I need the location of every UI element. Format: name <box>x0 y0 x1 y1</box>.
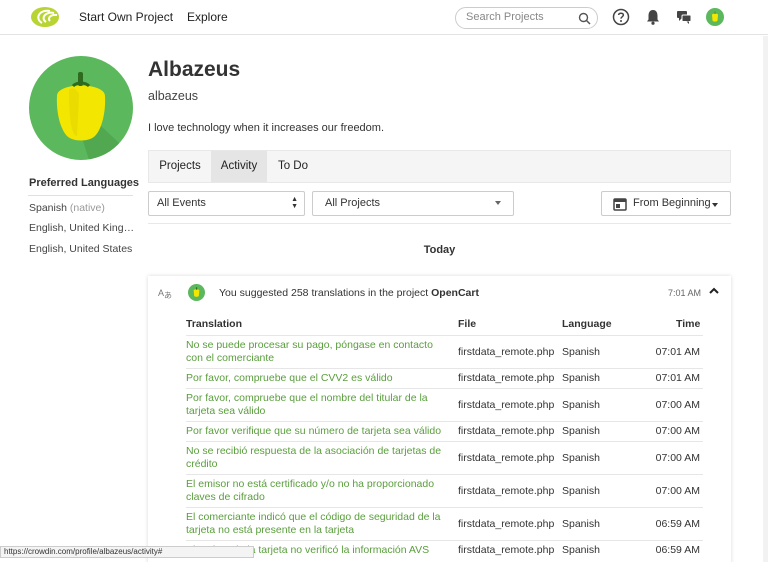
profile-avatar <box>29 56 133 160</box>
profile-display-name: Albazeus <box>148 58 241 81</box>
file-cell: firstdata_remote.php <box>458 425 555 437</box>
column-header-language: Language <box>562 318 612 330</box>
events-filter-select[interactable]: All Events ▲ ▼ <box>148 191 305 216</box>
user-avatar-icon[interactable] <box>706 8 724 26</box>
file-cell: firstdata_remote.php <box>458 544 555 556</box>
file-cell: firstdata_remote.php <box>458 399 555 411</box>
caret-down-icon <box>712 203 718 207</box>
language-cell: Spanish <box>562 346 600 358</box>
page-scrollbar[interactable] <box>763 36 768 562</box>
language-native-note: (native) <box>69 202 105 214</box>
date-range-button[interactable]: From Beginning <box>601 191 731 216</box>
language-item: Spanish (native) <box>29 202 135 214</box>
translation-link[interactable]: Por favor, compruebe que el nombre del t… <box>186 392 448 418</box>
nav-explore[interactable]: Explore <box>187 10 228 24</box>
browser-status-url: https://crowdin.com/profile/albazeus/act… <box>0 546 254 558</box>
profile-tabs: Projects Activity To Do <box>148 150 731 183</box>
translation-link[interactable]: No se puede procesar su pago, póngase en… <box>186 339 448 365</box>
column-header-translation: Translation <box>186 318 243 330</box>
time-cell: 07:00 AM <box>655 425 700 437</box>
translation-icon: A あ <box>158 288 172 300</box>
table-row: Por favor, compruebe que el CVV2 es váli… <box>186 368 703 388</box>
bell-pepper-icon <box>193 287 200 297</box>
translation-link[interactable]: Por favor, compruebe que el CVV2 es váli… <box>186 372 448 385</box>
divider <box>148 223 731 224</box>
profile-username: albazeus <box>148 89 199 103</box>
chevron-down-icon <box>495 201 501 205</box>
nav-start-own-project[interactable]: Start Own Project <box>79 10 173 24</box>
help-icon[interactable] <box>612 8 630 26</box>
crowdin-logo-icon[interactable] <box>30 6 60 28</box>
up-down-arrows-icon: ▲ ▼ <box>291 196 298 210</box>
tab-projects[interactable]: Projects <box>149 151 211 182</box>
table-row: No se recibió respuesta de la asociación… <box>186 441 703 474</box>
file-cell: firstdata_remote.php <box>458 346 555 358</box>
day-heading: Today <box>423 244 456 256</box>
activity-card: A あ You suggested 258 translations in th… <box>148 276 731 562</box>
translation-link[interactable]: Por favor verifique que su número de tar… <box>186 425 448 438</box>
time-cell: 07:00 AM <box>655 399 700 411</box>
language-cell: Spanish <box>562 399 600 411</box>
activity-summary-text: You suggested 258 translations in the pr… <box>219 287 429 299</box>
search-input[interactable] <box>466 11 576 23</box>
language-cell: Spanish <box>562 518 600 530</box>
calendar-icon <box>613 198 627 211</box>
translation-link[interactable]: El emisor no está certificado y/o no ha … <box>186 478 448 504</box>
file-cell: firstdata_remote.php <box>458 485 555 497</box>
projects-filter-select[interactable]: All Projects <box>312 191 514 216</box>
language-label: Spanish <box>29 202 67 214</box>
time-cell: 07:00 AM <box>655 485 700 497</box>
table-row: El emisor no está certificado y/o no ha … <box>186 474 703 507</box>
profile-bio: I love technology when it increases our … <box>148 122 385 134</box>
preferred-languages-title: Preferred Languages <box>29 177 140 189</box>
table-row: El comerciante indicó que el código de s… <box>186 507 703 540</box>
table-row: Por favor, compruebe que el nombre del t… <box>186 388 703 421</box>
time-cell: 07:01 AM <box>655 372 700 384</box>
language-item: English, United States <box>29 243 133 255</box>
top-navbar: Start Own Project Explore <box>0 0 768 35</box>
bell-pepper-icon <box>56 72 133 160</box>
language-cell: Spanish <box>562 425 600 437</box>
file-cell: firstdata_remote.php <box>458 452 555 464</box>
translation-link[interactable]: El comerciante indicó que el código de s… <box>186 511 448 537</box>
projects-filter-value: All Projects <box>325 197 381 209</box>
file-cell: firstdata_remote.php <box>458 518 555 530</box>
messages-icon[interactable] <box>675 8 693 26</box>
table-row: Por favor verifique que su número de tar… <box>186 421 703 441</box>
time-cell: 06:59 AM <box>655 544 700 556</box>
translation-link[interactable]: No se recibió respuesta de la asociación… <box>186 445 448 471</box>
time-cell: 07:01 AM <box>655 346 700 358</box>
column-header-file: File <box>458 318 477 330</box>
file-cell: firstdata_remote.php <box>458 372 555 384</box>
activity-project-link[interactable]: OpenCart <box>431 287 479 299</box>
search-icon[interactable] <box>578 12 591 25</box>
language-cell: Spanish <box>562 452 600 464</box>
language-cell: Spanish <box>562 544 600 556</box>
svg-text:あ: あ <box>164 291 172 300</box>
divider <box>28 195 133 196</box>
language-cell: Spanish <box>562 485 600 497</box>
search-box[interactable] <box>455 7 598 29</box>
time-cell: 06:59 AM <box>655 518 700 530</box>
language-item: English, United Kingdom <box>29 222 135 234</box>
activity-time: 7:01 AM <box>668 288 702 298</box>
activity-summary: You suggested 258 translations in the pr… <box>219 287 479 299</box>
table-row: El emisor de la tarjeta no verificó la i… <box>186 540 703 560</box>
table-row: No se puede procesar su pago, póngase en… <box>186 335 703 368</box>
chevron-up-icon[interactable] <box>708 285 720 297</box>
time-cell: 07:00 AM <box>655 452 700 464</box>
date-range-value: From Beginning <box>633 197 711 209</box>
notifications-bell-icon[interactable] <box>644 8 662 26</box>
events-filter-value: All Events <box>157 197 206 209</box>
tab-activity[interactable]: Activity <box>211 151 267 182</box>
language-cell: Spanish <box>562 372 600 384</box>
column-header-time: Time <box>676 318 701 330</box>
activity-user-avatar[interactable] <box>188 284 205 301</box>
tab-to-do[interactable]: To Do <box>267 151 319 182</box>
